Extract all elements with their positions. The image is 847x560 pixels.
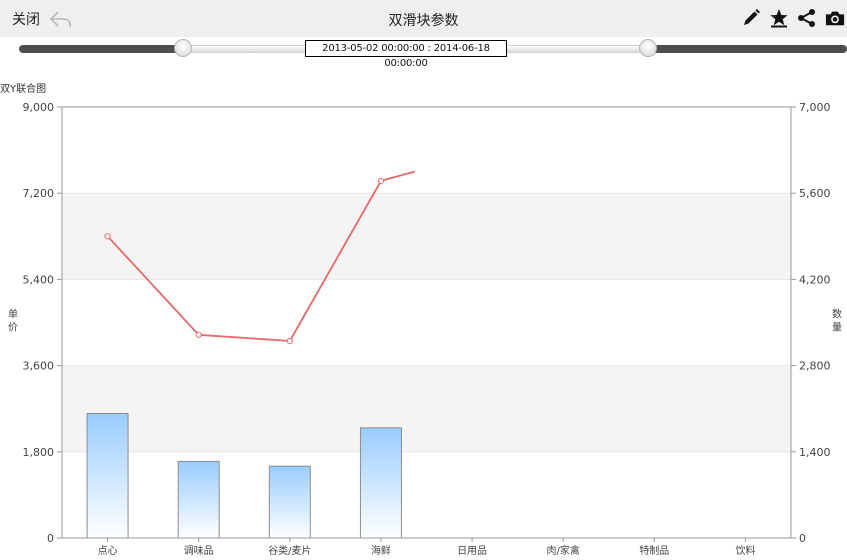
y-axis-left-title-char: 价 <box>8 322 18 334</box>
right-tick-label: 0 <box>799 532 806 545</box>
bar-谷类/麦片[interactable] <box>268 465 311 539</box>
slider-left-handle[interactable] <box>174 39 192 57</box>
y-axis-right-title-char: 数 <box>832 308 842 321</box>
right-tick-label: 1,400 <box>799 446 831 459</box>
line-point-点心[interactable] <box>104 233 111 240</box>
y-axis-right-title-char: 量 <box>832 322 842 334</box>
x-tick-label: 调味品 <box>184 545 214 557</box>
left-tick-label: 3,600 <box>23 360 55 373</box>
x-tick-label: 海鲜 <box>371 544 391 557</box>
line-point-谷类/麦片[interactable] <box>286 337 293 345</box>
grid-band <box>62 365 791 452</box>
x-tick-label: 饮料 <box>735 544 755 557</box>
toolbar: 关闭 双滑块参数 <box>0 0 847 38</box>
share-icon[interactable] <box>797 8 817 28</box>
line-point-调味品[interactable] <box>195 331 202 338</box>
x-tick-label: 特制品 <box>639 544 669 557</box>
right-tick-label: 2,800 <box>799 360 831 373</box>
camera-icon[interactable] <box>825 8 845 28</box>
left-tick-label: 0 <box>47 532 54 545</box>
date-range-slider[interactable]: 2013-05-02 00:00:00 : 2014-06-18 00:00:0… <box>0 37 847 69</box>
x-tick-label: 日用品 <box>457 545 487 557</box>
pencil-icon[interactable] <box>741 8 761 28</box>
bar-调味品[interactable] <box>177 460 220 539</box>
y-axis-right-title: 数量 <box>832 308 842 334</box>
bar-点心[interactable] <box>86 412 129 539</box>
left-tick-label: 9,000 <box>23 101 55 114</box>
left-tick-label: 7,200 <box>23 187 55 200</box>
right-tick-label: 5,600 <box>799 187 831 200</box>
right-tick-label: 7,000 <box>799 101 831 114</box>
slider-range-label: 2013-05-02 00:00:00 : 2014-06-18 00:00:0… <box>305 40 507 69</box>
star-icon[interactable] <box>769 8 789 28</box>
x-tick-label: 点心 <box>98 545 118 557</box>
grid-band <box>62 193 791 280</box>
x-tick-label: 谷类/麦片 <box>268 544 311 557</box>
bar-海鲜[interactable] <box>359 427 402 539</box>
right-tick-label: 4,200 <box>799 273 831 286</box>
left-tick-label: 5,400 <box>23 273 55 286</box>
slider-right-handle[interactable] <box>639 39 657 57</box>
line-point-海鲜[interactable] <box>377 177 385 184</box>
y-axis-left-title-char: 单 <box>8 309 18 321</box>
page-title: 双滑块参数 <box>388 13 459 29</box>
left-tick-label: 1,800 <box>23 446 55 459</box>
chart-title: 双Y联合图 <box>0 82 46 95</box>
x-tick-label: 肉/家禽 <box>547 544 580 557</box>
y-axis-left-title: 单价 <box>8 309 18 334</box>
dual-axis-chart: 双Y联合图 0 1,800 3,600 5,400 7,200 9,000 0 1,400 2… <box>0 82 842 557</box>
